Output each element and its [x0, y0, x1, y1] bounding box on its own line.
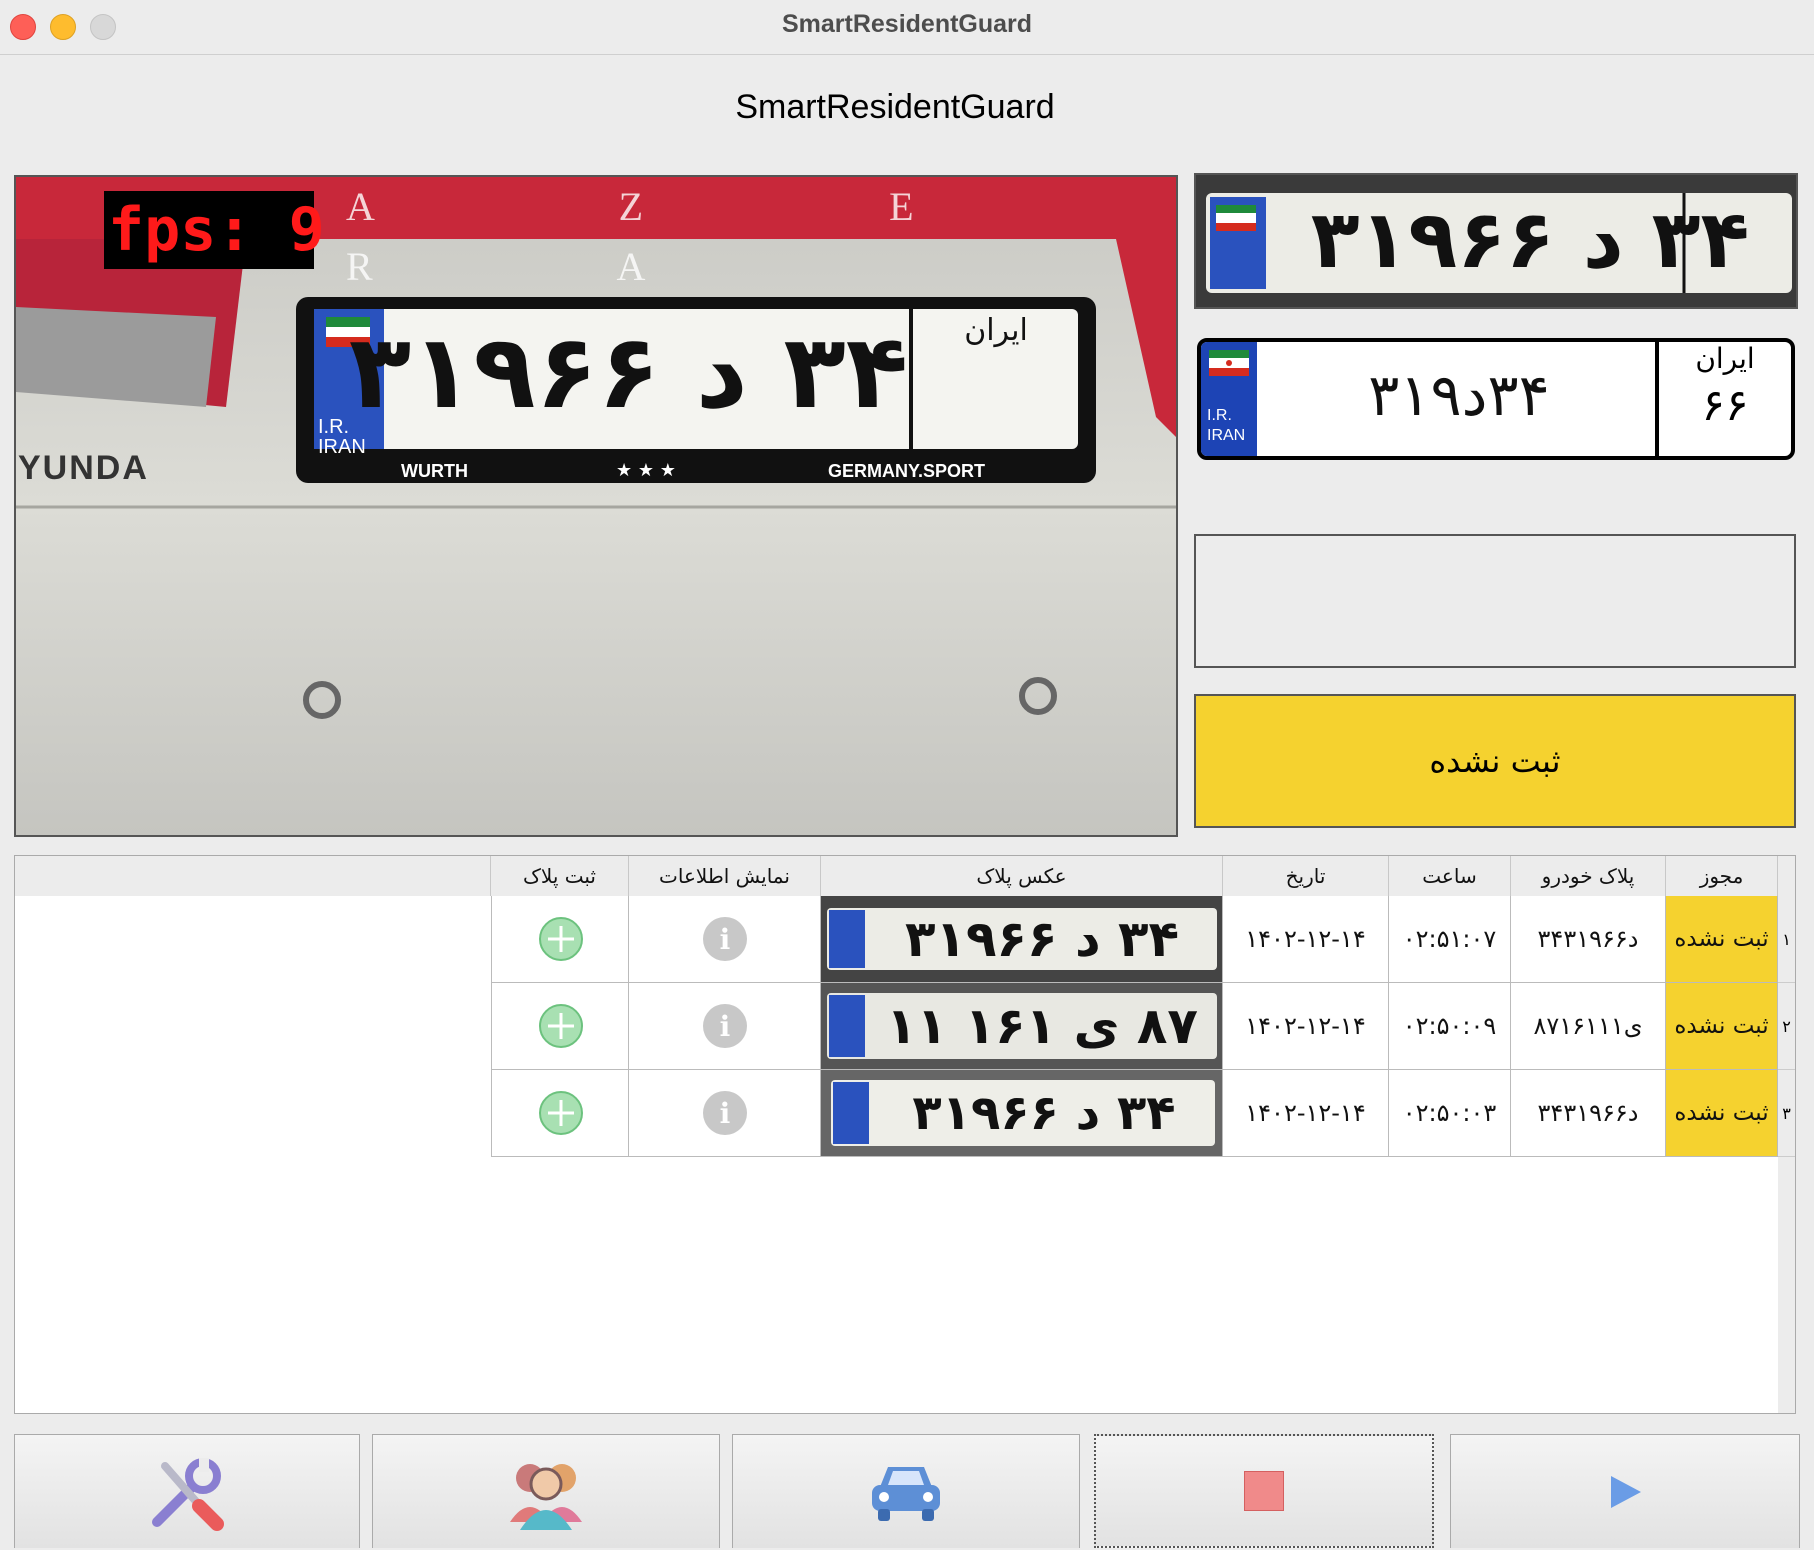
detections-table: ثبت پلاک نمایش اطلاعات عکس پلاک تاریخ سا… [14, 855, 1796, 1414]
svg-text:i: i [720, 1010, 731, 1043]
owner-info-box [1194, 534, 1796, 668]
window-title: SmartResidentGuard [781, 10, 1033, 38]
vehicles-button[interactable] [732, 1434, 1080, 1548]
table-header-blank [15, 856, 491, 896]
show-info-button[interactable]: i [629, 1070, 821, 1157]
play-button[interactable] [1450, 1434, 1800, 1548]
row-plate: ۸۷ی۱۶۱۱۱ [1511, 983, 1666, 1070]
svg-text:i: i [720, 923, 731, 956]
add-circle-icon [539, 1091, 583, 1135]
row-number[interactable]: ۱ [1778, 896, 1795, 983]
trunk-lettering: A Z E R A [346, 184, 1032, 289]
plate-region-box: ایران ۶۶ [1659, 342, 1791, 456]
frame-stars: ★ ★ ★ [616, 460, 676, 481]
residents-button[interactable] [372, 1434, 720, 1548]
row-permit: ثبت نشده [1666, 983, 1778, 1070]
row-number[interactable]: ۲ [1778, 983, 1795, 1070]
header-plate[interactable]: پلاک خودرو [1511, 856, 1666, 896]
settings-button[interactable] [14, 1434, 360, 1548]
title-bar: SmartResidentGuard [0, 0, 1814, 55]
header-photo[interactable]: عکس پلاک [821, 856, 1223, 896]
iran-flag-icon [1209, 350, 1249, 376]
plate-main-number: ۳۴د۳۱۹ [1368, 361, 1550, 429]
info-icon: i [703, 1004, 747, 1048]
add-circle-icon [539, 917, 583, 961]
plate-characters: ۳۴ د ۳۱۹۶۶ [348, 313, 908, 432]
row-number[interactable]: ۳ [1778, 1070, 1795, 1157]
header-permit[interactable]: مجوز [1666, 856, 1778, 896]
row-plate: ۳۴د۳۱۹۶۶ [1511, 896, 1666, 983]
permit-status-box: ثبت نشده [1194, 694, 1796, 828]
frame-brand: WURTH [401, 461, 468, 481]
detected-plate-display: I.R. IRAN ۳۴د۳۱۹ ایران ۶۶ [1197, 338, 1795, 460]
stop-icon [1244, 1471, 1284, 1511]
header-time[interactable]: ساعت [1389, 856, 1511, 896]
fps-counter: fps: 9 [104, 191, 325, 269]
row-permit: ثبت نشده [1666, 1070, 1778, 1157]
row-date: ۱۴۰۲-۱۲-۱۴ [1223, 896, 1389, 983]
cropped-plate-image: ۳۴ د ۳۱۹۶۶ [1194, 173, 1798, 309]
plate-region-label: ایران [1695, 342, 1755, 375]
add-circle-icon [539, 1004, 583, 1048]
row-plate: ۳۴د۳۱۹۶۶ [1511, 1070, 1666, 1157]
register-plate-button[interactable] [491, 896, 629, 983]
row-time: ۰۲:۵۱:۰۷ [1389, 896, 1511, 983]
cropped-plate-text: ۳۴ د ۳۱۹۶۶ [1310, 193, 1750, 286]
plate-region-number: ۶۶ [1701, 380, 1749, 431]
camera-feed: A Z E R A YUNDA I.R. IRAN ۳۴ د ۳۱۹۶۶ ایرا… [14, 175, 1178, 837]
row-permit: ثبت نشده [1666, 896, 1778, 983]
row-date: ۱۴۰۲-۱۲-۱۴ [1223, 1070, 1389, 1157]
info-icon: i [703, 917, 747, 961]
plate-photo-thumb: ۳۴ د ۳۱۹۶۶ [821, 1070, 1223, 1157]
frame-sport: GERMANY.SPORT [828, 461, 986, 481]
car-badge: YUNDA [18, 449, 149, 487]
row-date: ۱۴۰۲-۱۲-۱۴ [1223, 983, 1389, 1070]
tools-icon [152, 1457, 224, 1531]
row-time: ۰۲:۵۰:۰۳ [1389, 1070, 1511, 1157]
row-time: ۰۲:۵۰:۰۹ [1389, 983, 1511, 1070]
play-icon [1611, 1475, 1641, 1508]
plate-flag-panel: I.R. IRAN [1201, 342, 1257, 456]
plate-photo-thumb: ۳۴ د ۳۱۹۶۶ [821, 896, 1223, 983]
info-icon: i [703, 1091, 747, 1135]
header-info[interactable]: نمایش اطلاعات [629, 856, 821, 896]
plate-iran-text: I.R. IRAN [1207, 407, 1246, 444]
show-info-button[interactable]: i [629, 983, 821, 1070]
svg-text:i: i [720, 1097, 731, 1130]
app-title: SmartResidentGuard [735, 88, 1055, 126]
show-info-button[interactable]: i [629, 896, 821, 983]
plate-photo-thumb: ۸۷ ی ۱۶۱ ۱۱ [821, 983, 1223, 1070]
car-icon [872, 1466, 940, 1521]
header-register[interactable]: ثبت پلاک [491, 856, 629, 896]
stop-button[interactable] [1094, 1434, 1434, 1548]
register-plate-button[interactable] [491, 983, 629, 1070]
header-date[interactable]: تاریخ [1223, 856, 1389, 896]
register-plate-button[interactable] [491, 1070, 629, 1157]
plate-region-label: ایران [964, 313, 1028, 348]
users-icon [510, 1463, 582, 1530]
